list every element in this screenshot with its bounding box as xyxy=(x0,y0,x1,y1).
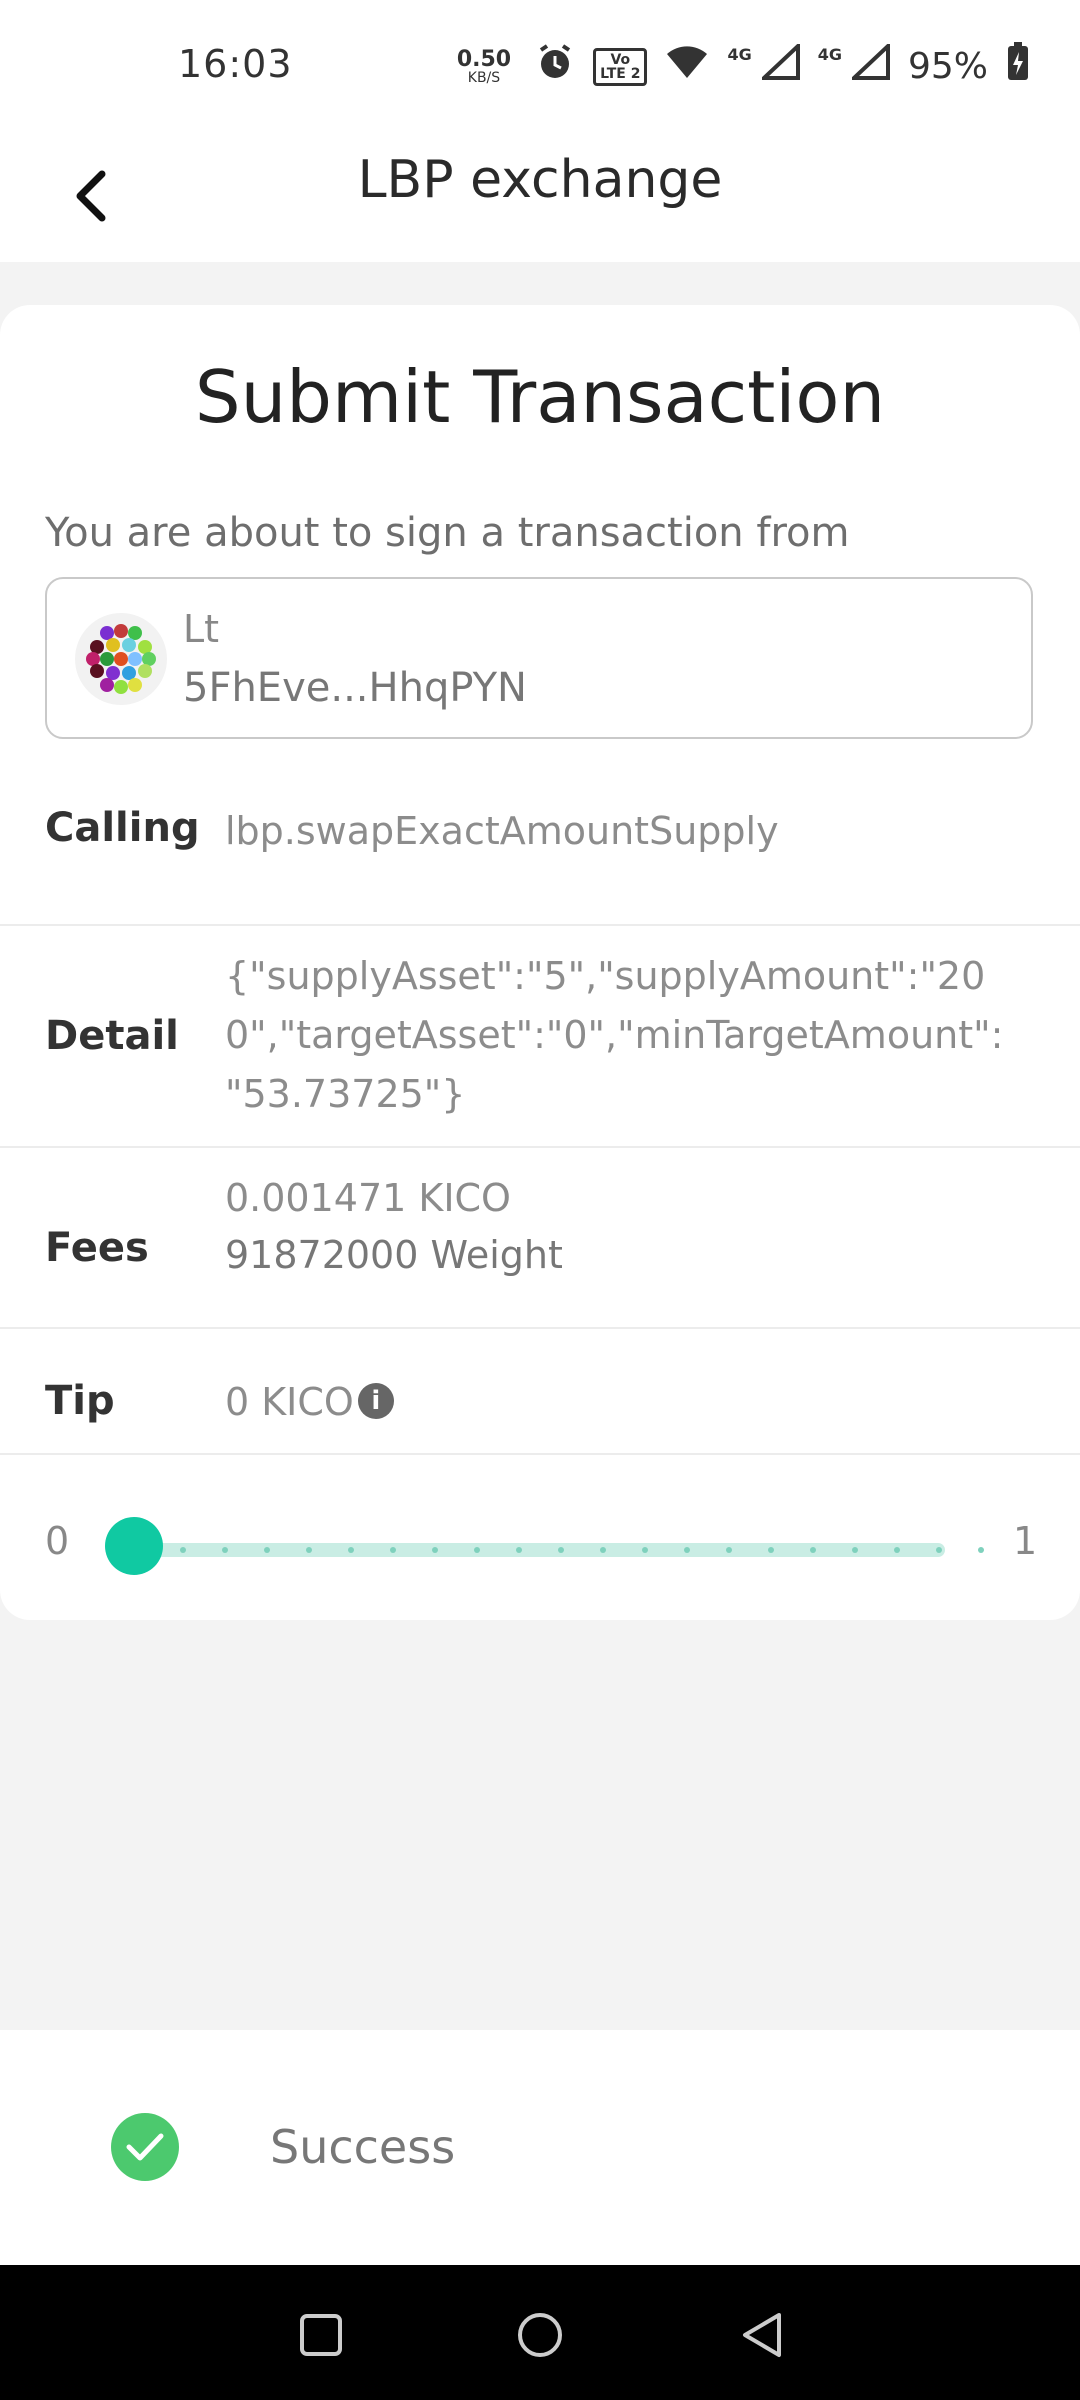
recents-button[interactable] xyxy=(289,2303,353,2367)
slider-tick xyxy=(768,1547,774,1553)
app-header: LBP exchange xyxy=(0,130,1080,262)
calling-value: lbp.swapExactAmountSupply xyxy=(225,809,779,853)
slider-tick xyxy=(306,1547,312,1553)
slider-tick xyxy=(390,1547,396,1553)
battery-percent: 95% xyxy=(907,46,988,87)
signal-icon xyxy=(758,41,800,89)
transaction-card: Submit Transaction You are about to sign… xyxy=(0,305,1080,1620)
detail-line: "53.73725"} xyxy=(225,1072,466,1116)
wifi-icon xyxy=(665,44,709,89)
slider-max-label: 1 xyxy=(1013,1519,1038,1563)
detail-label: Detail xyxy=(45,1013,179,1059)
tip-slider-thumb[interactable] xyxy=(105,1517,163,1575)
slider-tick xyxy=(600,1547,606,1553)
recents-square-icon xyxy=(300,2314,342,2356)
volte-icon: Vo LTE 2 xyxy=(593,47,648,86)
divider xyxy=(0,1453,1080,1455)
net-speed-value: 0.50 xyxy=(456,46,512,72)
slider-tick xyxy=(726,1547,732,1553)
fees-amount: 0.001471 KICO xyxy=(225,1176,511,1220)
alarm-icon xyxy=(535,42,575,91)
fees-weight: 91872000 Weight xyxy=(225,1233,563,1277)
slider-tick xyxy=(474,1547,480,1553)
slider-tick xyxy=(432,1547,438,1553)
slider-tick xyxy=(684,1547,690,1553)
card-title: Submit Transaction xyxy=(194,355,886,439)
slider-min-label: 0 xyxy=(45,1519,70,1563)
slider-tick xyxy=(978,1547,984,1553)
slider-tick xyxy=(348,1547,354,1553)
account-address: 5FhEve...HhqPYN xyxy=(183,665,527,711)
calling-label: Calling xyxy=(45,805,200,851)
system-nav-bar xyxy=(0,2265,1080,2400)
slider-tick xyxy=(516,1547,522,1553)
tip-value-wrap: 0 KICO i xyxy=(225,1373,394,1432)
signal2-label: 4G xyxy=(817,45,842,64)
battery-charging-icon xyxy=(1006,42,1030,91)
tip-label: Tip xyxy=(45,1378,115,1424)
toast-text: Success xyxy=(270,2120,456,2174)
page-title: LBP exchange xyxy=(357,150,723,210)
slider-tick xyxy=(264,1547,270,1553)
slider-tick xyxy=(936,1547,942,1553)
slider-tick xyxy=(810,1547,816,1553)
slider-tick xyxy=(180,1547,186,1553)
account-identicon xyxy=(75,613,167,705)
signal1-label: 4G xyxy=(727,45,752,64)
sign-label: You are about to sign a transaction from xyxy=(45,510,850,556)
home-button[interactable] xyxy=(508,2303,572,2367)
status-bar: 16:03 0.50 KB/S Vo LTE 2 4G 4G 95% xyxy=(0,0,1080,130)
status-icons: 0.50 KB/S Vo LTE 2 4G 4G 95% xyxy=(456,41,1030,91)
account-selector[interactable]: Lt 5FhEve...HhqPYN xyxy=(45,577,1033,739)
divider xyxy=(0,1327,1080,1329)
slider-tick xyxy=(894,1547,900,1553)
back-triangle-icon xyxy=(743,2313,781,2357)
volte-bottom: LTE 2 xyxy=(600,65,641,82)
back-nav-button[interactable] xyxy=(730,2303,794,2367)
home-circle-icon xyxy=(518,2313,562,2357)
divider xyxy=(0,1146,1080,1148)
slider-tick xyxy=(222,1547,228,1553)
detail-value: {"supplyAsset":"5","supplyAmount":"20 0"… xyxy=(225,947,1003,1124)
info-icon[interactable]: i xyxy=(357,1382,394,1419)
fees-label: Fees xyxy=(45,1225,149,1271)
success-toast: Success xyxy=(0,2030,1080,2265)
detail-line: 0","targetAsset":"0","minTargetAmount": xyxy=(225,1013,1004,1057)
net-speed: 0.50 KB/S xyxy=(456,46,512,86)
check-circle-icon xyxy=(111,2113,179,2181)
slider-tick xyxy=(642,1547,648,1553)
status-time: 16:03 xyxy=(178,42,293,86)
divider xyxy=(0,924,1080,926)
slider-tick xyxy=(558,1547,564,1553)
tip-slider-track[interactable] xyxy=(135,1543,984,1557)
account-name: Lt xyxy=(183,607,220,651)
tip-value: 0 KICO xyxy=(225,1380,354,1424)
signal-icon xyxy=(848,41,890,89)
detail-line: {"supplyAsset":"5","supplyAmount":"20 xyxy=(225,954,986,998)
net-speed-unit: KB/S xyxy=(467,69,501,86)
slider-tick xyxy=(852,1547,858,1553)
